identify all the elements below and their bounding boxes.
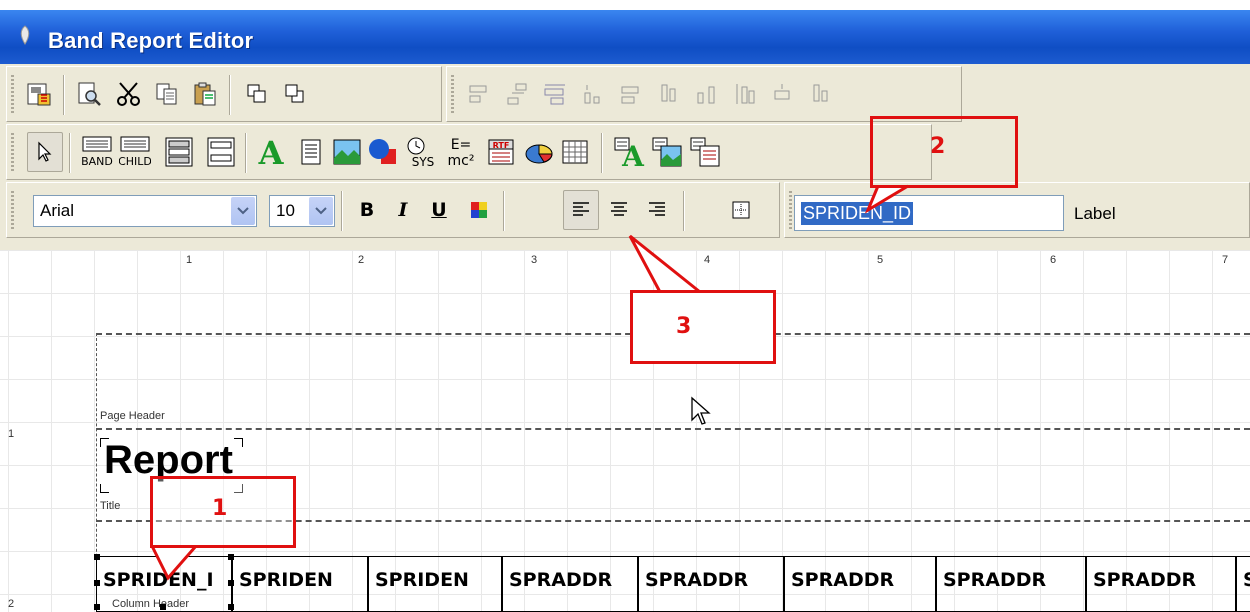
callout-number-2: 2: [930, 134, 946, 159]
callout-box-3: [630, 290, 776, 364]
callout-number-3: 3: [676, 314, 692, 339]
callout-number-1: 1: [212, 496, 228, 521]
